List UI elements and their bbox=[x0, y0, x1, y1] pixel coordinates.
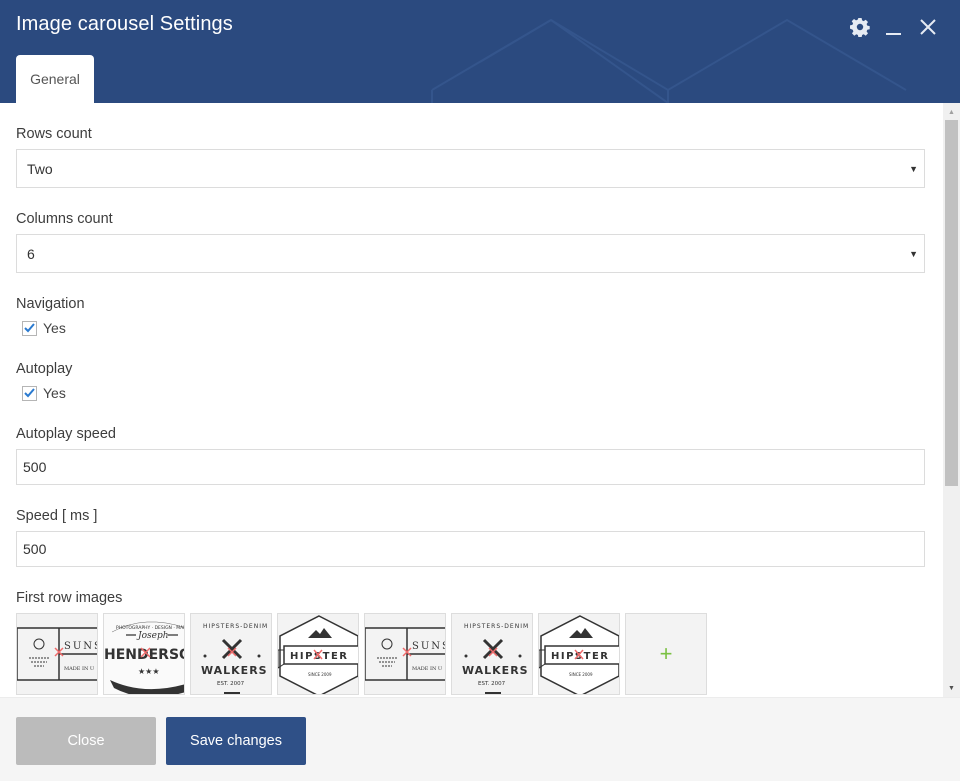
rows-count-label: Rows count bbox=[16, 126, 92, 142]
autoplay-speed-value: 500 bbox=[23, 459, 47, 475]
hipsters-denim-walkers-logo-image: HIPSTERS-DENIM WALKERS EST. 2007 bbox=[462, 623, 529, 694]
image-thumbnail[interactable]: PHOTOGRAPHY · DESIGN · MAR Joseph HENDER… bbox=[103, 613, 185, 695]
svg-text:SINCE 2009: SINCE 2009 bbox=[569, 672, 593, 677]
joseph-henderson-logo-image: PHOTOGRAPHY · DESIGN · MAR Joseph HENDER… bbox=[104, 621, 185, 694]
navigation-option[interactable]: Yes bbox=[22, 320, 66, 336]
svg-text:Joseph: Joseph bbox=[136, 631, 169, 641]
svg-text:EST. 2007: EST. 2007 bbox=[217, 681, 245, 687]
navigation-option-label: Yes bbox=[43, 320, 66, 336]
navigation-label: Navigation bbox=[16, 296, 85, 312]
sunset-logo-image: SUNS MADE IN U bbox=[365, 627, 446, 681]
svg-text:HIPSTERS-DENIM: HIPSTERS-DENIM bbox=[464, 623, 529, 630]
svg-text:MADE IN U: MADE IN U bbox=[412, 666, 442, 672]
columns-count-label: Columns count bbox=[16, 211, 113, 227]
rows-count-select[interactable]: Two ▼ bbox=[16, 149, 925, 188]
rows-count-value: Two bbox=[27, 160, 53, 177]
settings-form: Rows count Two ▼ Columns count 6 ▼ Navig… bbox=[0, 103, 943, 697]
checkmark-icon bbox=[24, 323, 35, 333]
svg-text:SINCE 2009: SINCE 2009 bbox=[308, 672, 332, 677]
save-changes-button[interactable]: Save changes bbox=[166, 717, 306, 765]
plus-icon: + bbox=[659, 641, 673, 666]
image-thumbnail[interactable]: HIPSTERS-DENIM WALKERS EST. 2007 bbox=[190, 613, 272, 695]
image-thumbnail[interactable]: HIPSTER SINCE 2009 bbox=[538, 613, 620, 695]
chevron-down-icon: ▼ bbox=[909, 163, 918, 174]
svg-text:HENDERSO: HENDERSO bbox=[104, 647, 185, 663]
hipster-logo-image: HIPSTER SINCE 2009 bbox=[539, 615, 619, 694]
svg-text:WALKERS: WALKERS bbox=[201, 664, 268, 677]
autoplay-option[interactable]: Yes bbox=[22, 385, 66, 401]
speed-input[interactable]: 500 bbox=[16, 531, 925, 567]
autoplay-speed-input[interactable]: 500 bbox=[16, 449, 925, 485]
dialog-header: Image carousel Settings General bbox=[0, 0, 960, 103]
tab-general[interactable]: General bbox=[16, 55, 94, 103]
speed-value: 500 bbox=[23, 541, 47, 557]
svg-text:SUNS: SUNS bbox=[64, 641, 98, 652]
add-image-button[interactable]: + bbox=[625, 613, 707, 695]
image-thumbnail[interactable]: HIPSTERS-DENIM WALKERS EST. 2007 bbox=[451, 613, 533, 695]
autoplay-checkbox[interactable] bbox=[22, 385, 37, 401]
scroll-down-arrow-icon[interactable]: ▼ bbox=[943, 681, 960, 695]
first-row-images-list: SUNS MADE IN U PHOTOGRAPHY · DESIGN · MA… bbox=[16, 613, 707, 695]
minimize-icon bbox=[886, 33, 901, 35]
columns-count-select[interactable]: 6 ▼ bbox=[16, 234, 925, 273]
autoplay-label: Autoplay bbox=[16, 361, 73, 377]
svg-text:WALKERS: WALKERS bbox=[462, 664, 529, 677]
minimize-button[interactable] bbox=[882, 14, 906, 40]
svg-text:HIPSTERS-DENIM: HIPSTERS-DENIM bbox=[203, 623, 268, 630]
vertical-scrollbar[interactable]: ▲ ▼ bbox=[943, 103, 960, 697]
hipsters-denim-walkers-logo-image: HIPSTERS-DENIM WALKERS EST. 2007 bbox=[201, 623, 268, 694]
gear-icon bbox=[850, 18, 870, 37]
sunset-logo-image: SUNS MADE IN U bbox=[17, 627, 98, 681]
close-dialog-button[interactable] bbox=[916, 14, 940, 40]
svg-text:★★★: ★★★ bbox=[138, 667, 160, 676]
first-row-images-label: First row images bbox=[16, 590, 123, 606]
hipster-logo-image: HIPSTER SINCE 2009 bbox=[278, 615, 358, 694]
svg-text:SUNS: SUNS bbox=[412, 641, 446, 652]
image-thumbnail[interactable]: SUNS MADE IN U bbox=[16, 613, 98, 695]
speed-label: Speed [ ms ] bbox=[16, 508, 98, 524]
checkmark-icon bbox=[24, 388, 35, 398]
dialog-title: Image carousel Settings bbox=[16, 13, 233, 35]
close-icon bbox=[920, 19, 936, 35]
svg-text:MADE IN U: MADE IN U bbox=[64, 666, 94, 672]
close-button[interactable]: Close bbox=[16, 717, 156, 765]
chevron-down-icon: ▼ bbox=[909, 248, 918, 259]
navigation-checkbox[interactable] bbox=[22, 320, 37, 336]
image-thumbnail[interactable]: SUNS MADE IN U bbox=[364, 613, 446, 695]
dialog-footer: Close Save changes bbox=[0, 697, 960, 781]
image-thumbnail[interactable]: HIPSTER SINCE 2009 bbox=[277, 613, 359, 695]
settings-button[interactable] bbox=[848, 14, 872, 40]
autoplay-speed-label: Autoplay speed bbox=[16, 426, 116, 442]
svg-text:EST. 2007: EST. 2007 bbox=[478, 681, 506, 687]
autoplay-option-label: Yes bbox=[43, 385, 66, 401]
columns-count-value: 6 bbox=[27, 245, 35, 262]
scrollbar-thumb[interactable] bbox=[945, 120, 958, 486]
scroll-up-arrow-icon[interactable]: ▲ bbox=[943, 105, 960, 119]
